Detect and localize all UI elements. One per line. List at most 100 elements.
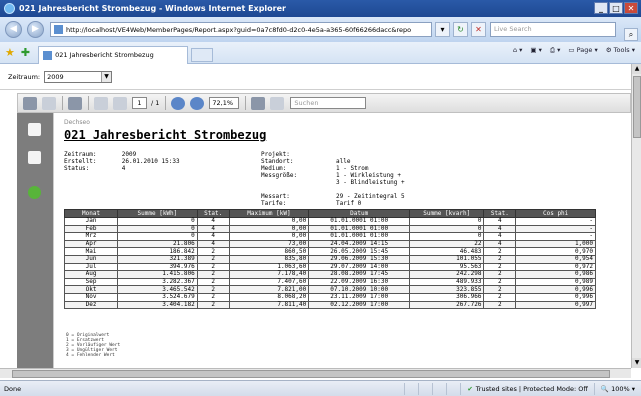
report-page: Dechseo 021 Jahresbericht Strombezug Zei…: [53, 113, 620, 370]
tab-label: 021 Jahresbericht Strombezug: [55, 51, 154, 59]
report-header-small: Dechseo: [64, 119, 90, 126]
table-cell: 3.404.182: [117, 300, 198, 310]
vertical-scrollbar[interactable]: ▲ ▼: [631, 64, 641, 368]
column-header: Maximum [kW]: [228, 209, 310, 218]
table-cell: 0,997: [515, 300, 596, 310]
minimize-button[interactable]: _: [594, 2, 608, 14]
table-cell: 3.282.367: [117, 277, 198, 287]
table-cell: Nov: [63, 292, 119, 302]
close-button[interactable]: ✕: [624, 2, 638, 14]
zoom-select[interactable]: 72,1%: [209, 97, 240, 109]
tab-report[interactable]: 021 Jahresbericht Strombezug: [38, 45, 189, 64]
home-icon[interactable]: ⌂ ▾: [513, 46, 522, 55]
table-cell: 1,000: [515, 239, 596, 249]
command-bar: ⌂ ▾ ▣ ▾ ⎙ ▾ ▭ Page ▾ ⚙ Tools ▾: [513, 46, 635, 55]
window-title: 021 Jahresbericht Strombezug - Windows I…: [19, 4, 286, 13]
report-title: 021 Jahresbericht Strombezug: [64, 128, 267, 142]
scroll-up-icon[interactable]: ▲: [632, 64, 641, 74]
address-dropdown-button[interactable]: ▾: [435, 22, 450, 37]
maximize-button[interactable]: □: [609, 2, 623, 14]
table-cell: 2: [196, 277, 230, 287]
column-header: Monat: [63, 209, 119, 218]
layout-icon[interactable]: [251, 96, 266, 110]
page-content: Zeitraum: 2009 ▼ 1 / 1 72,1% Suchen Dech…: [0, 64, 641, 382]
page-number-input[interactable]: 1: [132, 97, 147, 109]
table-cell: 2: [483, 254, 517, 264]
back-button[interactable]: ◀: [5, 21, 22, 38]
save-icon[interactable]: [42, 96, 56, 110]
checkmark-icon: ✔: [467, 384, 473, 393]
page-icon: [54, 25, 63, 34]
table-cell: 0,954: [515, 254, 596, 264]
zoom-in-icon[interactable]: [190, 96, 205, 110]
search-input[interactable]: Live Search: [490, 22, 616, 37]
find-input[interactable]: Suchen: [290, 97, 367, 109]
period-select[interactable]: 2009 ▼: [44, 70, 113, 83]
zoom-out-icon[interactable]: [171, 96, 186, 110]
table-header-row: Monat Summe [kWh] Stat. Maximum [kW] Datum Su…: [63, 209, 596, 218]
page-total: / 1: [151, 99, 160, 107]
tools-menu[interactable]: ⚙ Tools ▾: [606, 46, 635, 55]
favorites-star-icon[interactable]: ★: [5, 46, 15, 59]
table-cell: 0: [409, 232, 485, 241]
address-bar[interactable]: http://localhost/VE4Web/MemberPages/Repo…: [50, 22, 432, 37]
table-cell: 4: [483, 239, 517, 249]
print-report-icon[interactable]: [23, 96, 37, 110]
search-icon[interactable]: ⌕: [624, 28, 638, 41]
chevron-down-icon[interactable]: ▼: [101, 71, 112, 82]
column-header: Stat.: [483, 209, 517, 218]
report-toolbar: 1 / 1 72,1% Suchen: [17, 93, 631, 113]
previous-page-icon[interactable]: [113, 96, 127, 110]
table-cell: Dez: [63, 300, 119, 310]
status-text: Done: [4, 384, 22, 393]
add-favorite-icon[interactable]: ✚: [21, 46, 30, 59]
table-cell: 22: [409, 239, 485, 249]
first-page-icon[interactable]: [94, 96, 108, 110]
period-label: Zeitraum:: [8, 72, 41, 81]
page-menu[interactable]: ▭ Page ▾: [568, 46, 597, 55]
table-cell: Sep: [63, 277, 119, 287]
filter-bar: Zeitraum: 2009 ▼: [0, 64, 631, 90]
security-zone[interactable]: ✔ Trusted sites | Protected Mode: Off: [460, 382, 594, 395]
table-row: Jan 0 4 0,00 01.01.0001 01:00 0 4-: [63, 217, 596, 226]
help-icon[interactable]: [28, 186, 41, 199]
address-row: ◀ ▶ http://localhost/VE4Web/MemberPages/…: [0, 17, 641, 42]
table-cell: 29.06.2009 15:30: [308, 254, 411, 264]
stop-button[interactable]: ✕: [471, 22, 486, 37]
document-icon[interactable]: [28, 123, 41, 136]
export-icon[interactable]: [68, 96, 82, 110]
table-cell: -: [515, 224, 596, 234]
zoom-level[interactable]: 🔍 100% ▾: [593, 382, 641, 395]
hscroll-thumb[interactable]: [12, 370, 610, 378]
new-tab-button[interactable]: [191, 47, 214, 62]
table-cell: 101.055: [409, 254, 485, 264]
refresh-button[interactable]: ↻: [453, 22, 468, 37]
table-cell: 8.068,20: [228, 292, 310, 302]
table-cell: 2: [483, 277, 517, 287]
feeds-icon[interactable]: ▣ ▾: [530, 46, 541, 55]
table-cell: 01.01.0001 01:00: [308, 217, 411, 226]
column-header: Cos phi: [515, 209, 596, 218]
table-cell: 321.389: [117, 254, 198, 264]
table-cell: 7.811,40: [228, 300, 310, 310]
table-cell: 267.726: [409, 300, 485, 310]
tab-page-icon: [43, 50, 53, 60]
print-icon[interactable]: ⎙ ▾: [550, 46, 561, 55]
table-cell: 306.966: [409, 292, 485, 302]
table-cell: 4: [483, 217, 517, 226]
report-info-labels: Projekt: Standort: Medium: Messgröße: Me…: [261, 151, 298, 207]
scroll-down-icon[interactable]: ▼: [632, 358, 641, 368]
table-cell: 22.09.2009 16:30: [308, 277, 411, 287]
table-cell: 0,989: [515, 277, 596, 287]
table-row: Nov 3.524.679 2 8.068,20 23.11.2009 17:00 306…: [63, 292, 596, 302]
table-cell: 73,00: [228, 239, 310, 249]
binoculars-icon[interactable]: [28, 151, 41, 164]
table-cell: 02.12.2009 17:00: [308, 300, 411, 310]
scroll-thumb[interactable]: [633, 76, 641, 138]
report-table: Monat Summe [kWh] Stat. Maximum [kW] Datum Su…: [63, 209, 596, 310]
forward-button[interactable]: ▶: [27, 21, 44, 38]
column-header: Datum: [308, 209, 411, 218]
page-setup-icon[interactable]: [270, 96, 285, 110]
address-url: http://localhost/VE4Web/MemberPages/Repo…: [66, 25, 412, 34]
horizontal-scrollbar[interactable]: [0, 368, 631, 378]
